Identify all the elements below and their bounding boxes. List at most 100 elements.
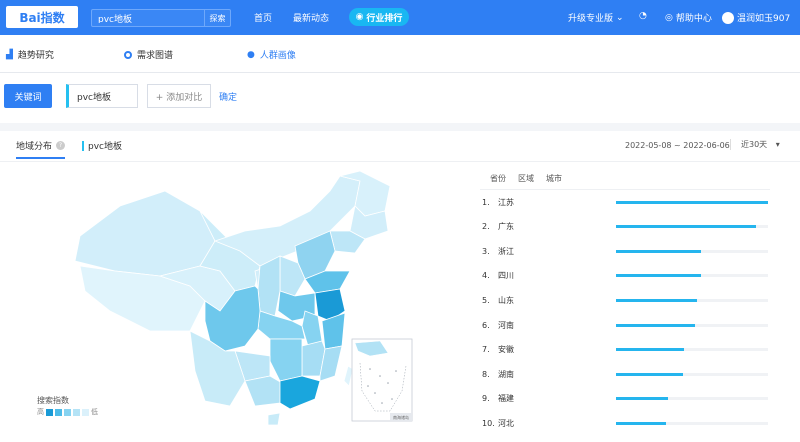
rank-bar-fill (616, 421, 667, 425)
wechat-icon[interactable]: ◔ (639, 11, 647, 21)
tab-trend-label: 趋势研究 (17, 51, 54, 61)
nav-latest[interactable]: 最新动态 (293, 11, 329, 24)
province-hainan[interactable] (267, 412, 281, 426)
avatar (722, 11, 734, 24)
rank-province-name: 湖南 (498, 369, 514, 379)
legend-low-label: 低 (91, 408, 98, 416)
search-button[interactable]: 探索 (204, 10, 230, 26)
rank-bar-fill (616, 200, 768, 204)
rank-bar-track (616, 274, 768, 278)
ranking-row: 5. 山东 (482, 290, 772, 310)
china-map: 南海诸岛 (70, 170, 450, 426)
rank-bar-fill (616, 274, 702, 278)
add-compare-button[interactable]: + 添加对比 (147, 84, 211, 108)
divider (0, 161, 800, 162)
ranking-row: 7. 安徽 (482, 340, 772, 360)
rank-bar-track (616, 397, 768, 401)
region-panel: 地域分布 ? pvc地板 2022-05-08 ~ 2022-06-06 近30… (0, 123, 800, 442)
sub-nav: ▟ 趋势研究 需求图谱 ● 人群画像 (0, 35, 800, 73)
rank-number: 1. (482, 197, 490, 207)
rank-province-name: 福建 (498, 394, 514, 404)
user-menu[interactable]: 温润如玉907 (722, 11, 790, 24)
legend-swatch (73, 408, 80, 416)
baidu-index-logo[interactable]: Bai指数 (6, 6, 78, 28)
rank-number: 4. (482, 271, 490, 281)
ranking-tabs: 省份 区域 城市 (490, 173, 562, 184)
rank-province-name: 江苏 (498, 197, 514, 207)
help-center-link[interactable]: ◎ 帮助中心 (665, 11, 712, 25)
tab-crowd[interactable]: ● 人群画像 (247, 48, 296, 62)
rank-bar-track (616, 348, 768, 352)
upgrade-label: 升级专业版 (568, 14, 614, 24)
rank-province-name: 四川 (498, 271, 514, 281)
china-map-svg: 南海诸岛 (74, 170, 413, 426)
divider (480, 189, 770, 190)
series-label: pvc地板 (88, 142, 122, 152)
tab-province[interactable]: 省份 (490, 173, 506, 184)
user-name: 温润如玉907 (737, 14, 791, 24)
tab-trend[interactable]: ▟ 趋势研究 (6, 48, 54, 62)
ranking-row: 6. 河南 (482, 315, 772, 335)
rank-bar-track (616, 200, 768, 204)
legend-swatch (46, 408, 53, 416)
province-guangxi[interactable] (244, 375, 283, 407)
tab-demand[interactable]: 需求图谱 (124, 48, 173, 61)
user-icon: ● (247, 49, 255, 60)
ranking-row: 2. 广东 (482, 217, 772, 237)
keyword-button[interactable]: 关键词 (4, 84, 52, 108)
legend: 高 低 (37, 407, 98, 417)
legend-swatch (82, 408, 89, 416)
legend-swatch (55, 408, 62, 416)
province-shaanxi[interactable] (257, 255, 281, 317)
keyword-bar: 关键词 pvc地板 + 添加对比 确定 (0, 73, 800, 123)
rank-bar-track (616, 421, 768, 425)
rank-number: 6. (482, 320, 490, 330)
tab-city[interactable]: 城市 (546, 173, 562, 184)
legend-title: 搜索指数 (37, 396, 69, 405)
rank-bar-fill (616, 372, 683, 376)
upgrade-menu[interactable]: 升级专业版 ⌄ (568, 11, 624, 25)
search-input[interactable] (92, 13, 202, 23)
province-hunan[interactable] (269, 338, 303, 382)
rank-bar-fill (616, 397, 668, 401)
rank-bar-fill (616, 225, 756, 229)
rank-number: 8. (482, 369, 490, 379)
tab-region-label: 地域分布 (16, 142, 53, 152)
rank-province-name: 广东 (498, 222, 514, 232)
ranking-row: 10. 河北 (482, 413, 772, 433)
province-xinjiang[interactable] (74, 190, 216, 277)
rank-province-name: 河南 (498, 320, 514, 330)
rank-bar-track (616, 298, 768, 302)
rank-number: 10. (482, 418, 495, 428)
province-guangdong[interactable] (279, 375, 321, 410)
south-china-sea-inset: 南海诸岛 (351, 338, 413, 422)
confirm-button[interactable]: 确定 (219, 90, 237, 103)
keyword-field[interactable]: pvc地板 (66, 84, 138, 108)
ranking-row: 3. 浙江 (482, 241, 772, 261)
series-tag: pvc地板 (82, 139, 122, 152)
help-label: 帮助中心 (675, 14, 712, 24)
legend-swatch (64, 408, 71, 416)
ranking-row: 1. 江苏 (482, 192, 772, 212)
industry-rank-button[interactable]: ◉ 行业排行 (349, 8, 409, 26)
top-bar: Bai指数 探索 首页 最新动态 ◉ 行业排行 升级专业版 ⌄ ◔ ◎ 帮助中心… (0, 0, 800, 35)
rank-bar-fill (616, 323, 696, 327)
rank-province-name: 山东 (498, 295, 514, 305)
nav-home[interactable]: 首页 (254, 11, 272, 24)
period-select[interactable]: 近30天 ▾ (730, 139, 780, 150)
caret-down-icon: ▾ (775, 140, 780, 149)
rank-province-name: 安徽 (498, 345, 514, 355)
rank-bar-track (616, 225, 768, 229)
ranking-row: 9. 福建 (482, 389, 772, 409)
rank-number: 9. (482, 394, 490, 404)
tab-demand-label: 需求图谱 (137, 51, 174, 61)
date-range[interactable]: 2022-05-08 ~ 2022-06-06 (625, 141, 730, 150)
tab-area[interactable]: 区域 (518, 173, 534, 184)
demand-icon (124, 50, 132, 59)
trend-icon: ▟ (6, 49, 13, 60)
question-icon[interactable]: ? (56, 141, 66, 150)
rank-province-name: 河北 (498, 418, 514, 428)
tab-region-distribution[interactable]: 地域分布 ? (16, 139, 66, 159)
rank-bar-fill (616, 348, 685, 352)
period-label: 近30天 (741, 140, 768, 149)
